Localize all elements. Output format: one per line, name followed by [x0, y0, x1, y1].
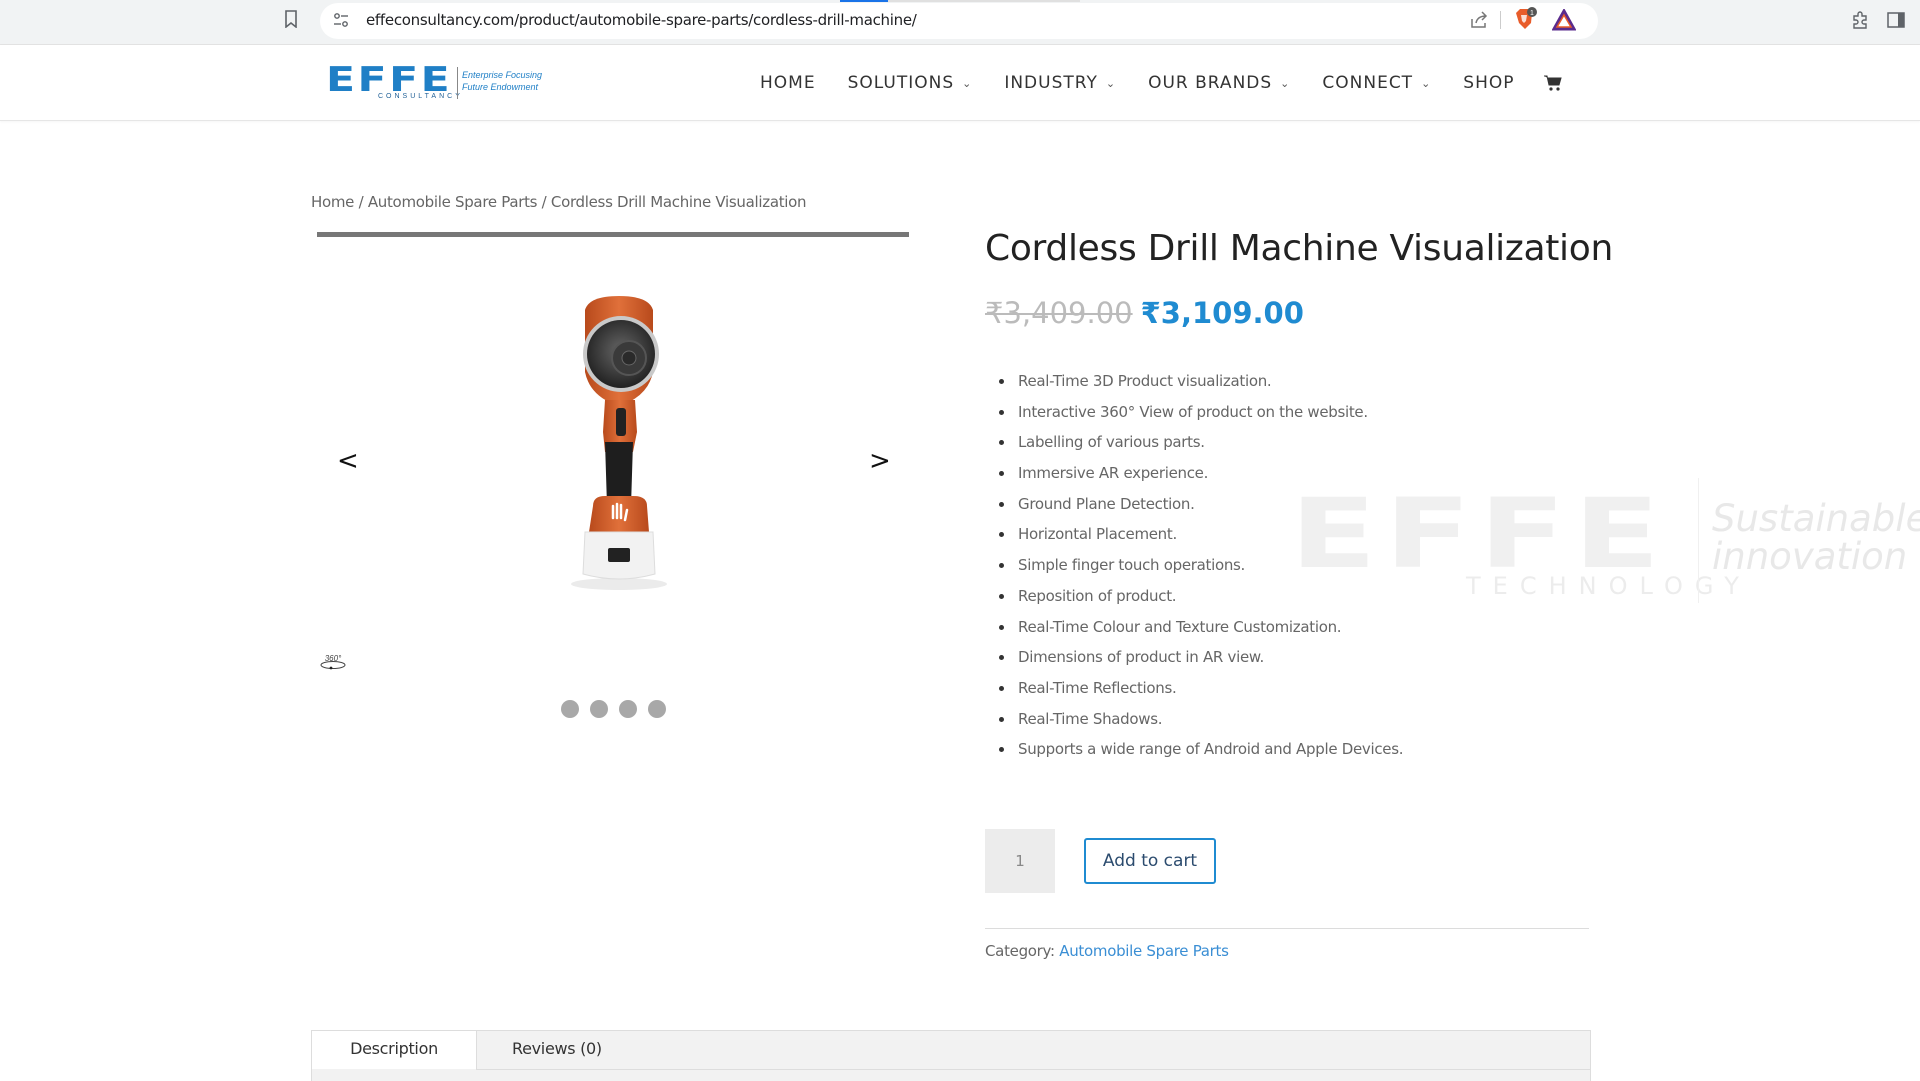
breadcrumb-category[interactable]: Automobile Spare Parts — [368, 193, 538, 211]
cart-icon[interactable] — [1543, 74, 1563, 92]
gallery-top-bar — [317, 232, 909, 237]
tab-reviews[interactable]: Reviews (0) — [512, 1031, 602, 1069]
main-nav: HOME SOLUTIONS ⌄ INDUSTRY ⌄ OUR BRANDS ⌄ CO… — [760, 73, 1563, 93]
product-gallery[interactable]: < > — [317, 240, 909, 740]
logo-tagline: Enterprise Focusing Future Endowment — [462, 69, 542, 93]
share-icon[interactable] — [1468, 9, 1490, 31]
watermark-subtitle: TECHNOLOGY — [1466, 572, 1751, 600]
nav-solutions[interactable]: SOLUTIONS ⌄ — [848, 73, 973, 93]
feature-list: Real-Time 3D Product visualization. Inter… — [985, 368, 1404, 767]
nav-shop-label: SHOP — [1463, 73, 1515, 93]
extensions-icon[interactable] — [1850, 10, 1870, 30]
feature-item: Reposition of product. — [998, 583, 1403, 614]
bookmark-icon[interactable] — [284, 10, 298, 28]
360-view-icon[interactable]: 360° — [318, 652, 348, 672]
gallery-pagination — [561, 700, 666, 718]
gallery-dot[interactable] — [590, 700, 608, 718]
chevron-down-icon: ⌄ — [1421, 76, 1432, 90]
gallery-prev-button[interactable]: < — [337, 446, 359, 476]
brave-shields-icon[interactable]: 1 — [1512, 7, 1538, 33]
feature-item: Horizontal Placement. — [998, 521, 1403, 552]
logo-mark: EFFE — [326, 60, 453, 100]
feature-item: Immersive AR experience. — [998, 460, 1403, 491]
quantity-input[interactable] — [985, 829, 1055, 893]
feature-item: Labelling of various parts. — [998, 429, 1403, 460]
nav-home[interactable]: HOME — [760, 73, 816, 93]
watermark-tagline: Sustainable innovation — [1712, 500, 1920, 576]
product-category: Category: Automobile Spare Parts — [985, 942, 1229, 960]
site-header: EFFE CONSULTANCY Enterprise Focusing Futu… — [0, 45, 1920, 121]
breadcrumb-current: Cordless Drill Machine Visualization — [550, 193, 807, 211]
chevron-down-icon: ⌄ — [1280, 76, 1291, 90]
nav-shop[interactable]: SHOP — [1463, 73, 1514, 93]
side-panel-icon[interactable] — [1886, 10, 1906, 30]
breadcrumb-home[interactable]: Home — [311, 193, 354, 211]
nav-home-label: HOME — [760, 73, 816, 93]
gallery-dot[interactable] — [619, 700, 637, 718]
gallery-next-button[interactable]: > — [869, 446, 891, 476]
nav-industry-label: INDUSTRY — [1004, 73, 1098, 93]
feature-item: Dimensions of product in AR view. — [998, 644, 1403, 675]
logo-tagline-line-1: Enterprise Focusing — [462, 70, 543, 80]
nav-connect[interactable]: CONNECT ⌄ — [1322, 73, 1431, 93]
brave-rewards-icon[interactable] — [1552, 9, 1576, 31]
feature-item: Real-Time Reflections. — [998, 675, 1403, 706]
browser-toolbar: effeconsultancy.com/product/automobile-s… — [0, 0, 1920, 45]
page-load-progress-fill — [840, 0, 888, 2]
product-title: Cordless Drill Machine Visualization — [985, 228, 1613, 269]
breadcrumb: Home / Automobile Spare Parts / Cordless… — [311, 193, 807, 211]
feature-item: Real-Time 3D Product visualization. — [998, 368, 1403, 399]
add-to-cart-button[interactable]: Add to cart — [1084, 838, 1216, 884]
category-link[interactable]: Automobile Spare Parts — [1059, 942, 1229, 960]
product-price: ₹3,409.00 ₹3,109.00 — [985, 296, 1304, 330]
brave-badge: 1 — [1530, 10, 1534, 17]
tab-description[interactable]: Description — [312, 1031, 477, 1069]
breadcrumb-separator: / — [354, 193, 368, 211]
omnibox-divider — [1500, 11, 1501, 29]
gallery-dot[interactable] — [648, 700, 666, 718]
logo-tagline-line-2: Future Endowment — [462, 82, 539, 92]
feature-item: Simple finger touch operations. — [998, 552, 1403, 583]
feature-item: Ground Plane Detection. — [998, 491, 1403, 522]
category-label: Category: — [985, 942, 1055, 960]
nav-connect-label: CONNECT — [1322, 73, 1414, 93]
tabs-divider — [476, 1069, 1590, 1070]
effe-logo[interactable]: EFFE CONSULTANCY Enterprise Focusing Futu… — [326, 63, 556, 105]
feature-item: Real-Time Shadows. — [998, 706, 1403, 737]
sale-price: ₹3,109.00 — [1140, 296, 1304, 330]
feature-item: Real-Time Colour and Texture Customizati… — [998, 614, 1403, 645]
gallery-dot[interactable] — [561, 700, 579, 718]
site-info-icon[interactable] — [332, 11, 350, 29]
url-text[interactable]: effeconsultancy.com/product/automobile-s… — [366, 11, 917, 29]
chevron-down-icon: ⌄ — [962, 76, 973, 90]
watermark-tagline-2: innovation — [1712, 535, 1908, 578]
logo-subtitle: CONSULTANCY — [378, 93, 463, 100]
feature-item: Supports a wide range of Android and App… — [998, 736, 1404, 767]
regular-price: ₹3,409.00 — [985, 296, 1133, 330]
watermark-tagline-1: Sustainable — [1712, 497, 1920, 540]
logo-divider — [457, 67, 458, 99]
nav-industry[interactable]: INDUSTRY ⌄ — [1004, 73, 1116, 93]
product-tabs: Description Reviews (0) — [311, 1030, 1591, 1081]
chevron-down-icon: ⌄ — [1105, 76, 1117, 90]
watermark-divider — [1698, 478, 1699, 603]
drill-3d-model[interactable] — [549, 292, 689, 592]
feature-item: Interactive 360° View of product on the … — [998, 399, 1403, 430]
nav-our-brands-label: OUR BRANDS — [1148, 73, 1273, 93]
nav-our-brands[interactable]: OUR BRANDS ⌄ — [1148, 73, 1290, 93]
nav-solutions-label: SOLUTIONS — [847, 73, 955, 93]
meta-divider — [985, 928, 1589, 929]
page-load-progress — [840, 0, 1080, 2]
breadcrumb-separator: / — [537, 193, 551, 211]
